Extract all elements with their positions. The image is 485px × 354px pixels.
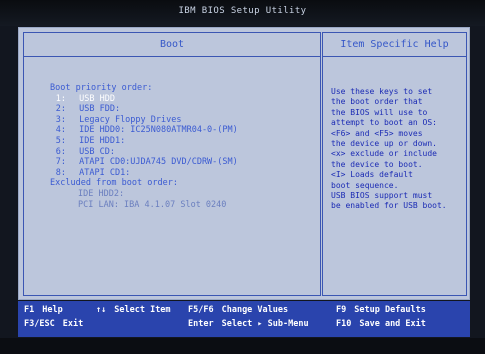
- help-line: the boot order that: [331, 97, 423, 107]
- boot-item-atapi-cd0[interactable]: 7: ATAPI CD0:UJDA745 DVD/CDRW-(SM): [50, 157, 318, 168]
- boot-item-label: ATAPI CD1:: [79, 167, 131, 178]
- help-header: Item Specific Help: [323, 33, 466, 57]
- select-item-key[interactable]: ↑↓ Select Item: [96, 305, 171, 315]
- boot-item-label: USB FDD:: [79, 104, 121, 115]
- help-line: Use these keys to set: [331, 87, 433, 96]
- excluded-item-pci-lan[interactable]: PCI LAN: IBA 4.1.07 Slot 0240: [50, 200, 318, 211]
- help-line: the BIOS will use to: [331, 107, 428, 117]
- excluded-heading: Excluded from boot order:: [50, 178, 178, 189]
- bios-setup-area: Boot Boot priority order: 1: USB HDD 2: …: [18, 27, 470, 300]
- boot-item-ide-hdd1[interactable]: 5: IDE HDD1:: [50, 136, 318, 147]
- boot-item-number: 8:: [55, 167, 66, 178]
- boot-item-number: 3:: [55, 114, 66, 125]
- excluded-item-label: PCI LAN: IBA 4.1.07 Slot 0240: [78, 199, 227, 210]
- help-line: USB BIOS support must: [331, 190, 433, 200]
- boot-item-label: USB CD:: [79, 146, 115, 157]
- help-line: the device to boot.: [331, 159, 423, 169]
- boot-item-number: 5:: [55, 135, 66, 146]
- boot-item-number: 2:: [55, 104, 66, 115]
- boot-item-legacy-floppy[interactable]: 3: Legacy Floppy Drives: [50, 115, 318, 126]
- help-line: <I> Loads default: [331, 170, 413, 180]
- key-legend-bar: F1 Help ↑↓ Select Item F5/F6 Change Values …: [18, 301, 470, 337]
- save-exit-key[interactable]: F10 Save and Exit: [336, 319, 426, 329]
- boot-panel: Boot Boot priority order: 1: USB HDD 2: …: [23, 32, 321, 296]
- boot-header: Boot: [24, 33, 320, 57]
- boot-item-number: 4:: [55, 125, 66, 136]
- excluded-item-label: IDE HDD2:: [78, 188, 125, 199]
- monitor-bezel-bottom: [0, 338, 485, 354]
- setup-defaults-key[interactable]: F9 Setup Defaults: [336, 305, 426, 315]
- help-line: <x> exclude or include: [331, 149, 437, 159]
- boot-item-number: 6:: [55, 146, 66, 157]
- help-line: be enabled for USB boot.: [331, 201, 447, 211]
- boot-item-usb-cd[interactable]: 6: USB CD:: [50, 147, 318, 158]
- exit-key[interactable]: F3/ESC Exit: [24, 319, 83, 329]
- help-text: Use these keys to set the boot order tha…: [331, 87, 465, 212]
- boot-order-list: Boot priority order: 1: USB HDD 2: USB F…: [50, 83, 318, 210]
- boot-item-label: Legacy Floppy Drives: [79, 114, 182, 125]
- boot-item-label: IDE HDD0: IC25N080ATMR04-0-(PM): [79, 125, 238, 136]
- help-key[interactable]: F1 Help: [24, 305, 63, 315]
- bios-screen: IBM BIOS Setup Utility Boot Boot priorit…: [0, 0, 485, 354]
- window-title: IBM BIOS Setup Utility: [178, 6, 307, 16]
- boot-item-atapi-cd1[interactable]: 8: ATAPI CD1:: [50, 168, 318, 179]
- change-values-key[interactable]: F5/F6 Change Values: [188, 305, 288, 315]
- boot-item-label: ATAPI CD0:UJDA745 DVD/CDRW-(SM): [79, 157, 238, 168]
- boot-item-ide-hdd0[interactable]: 4: IDE HDD0: IC25N080ATMR04-0-(PM): [50, 125, 318, 136]
- boot-item-label: IDE HDD1:: [79, 135, 126, 146]
- boot-item-number: 7:: [55, 157, 66, 168]
- help-line: boot sequence.: [331, 180, 399, 190]
- boot-item-number: 1:: [55, 93, 66, 104]
- sub-menu-key[interactable]: Enter Select ▸ Sub-Menu: [188, 319, 309, 329]
- excluded-item-ide-hdd2[interactable]: IDE HDD2:: [50, 189, 318, 200]
- help-panel: Item Specific Help Use these keys to set…: [322, 32, 467, 296]
- help-line: the device up or down.: [331, 138, 437, 148]
- boot-item-usb-hdd[interactable]: 1: USB HDD: [50, 94, 318, 105]
- boot-item-usb-fdd[interactable]: 2: USB FDD:: [50, 104, 318, 115]
- help-line: attempt to boot an OS:: [331, 118, 437, 128]
- boot-item-label: USB HDD: [79, 93, 115, 104]
- boot-priority-heading: Boot priority order:: [50, 83, 153, 93]
- help-line: <F6> and <F5> moves: [331, 128, 423, 138]
